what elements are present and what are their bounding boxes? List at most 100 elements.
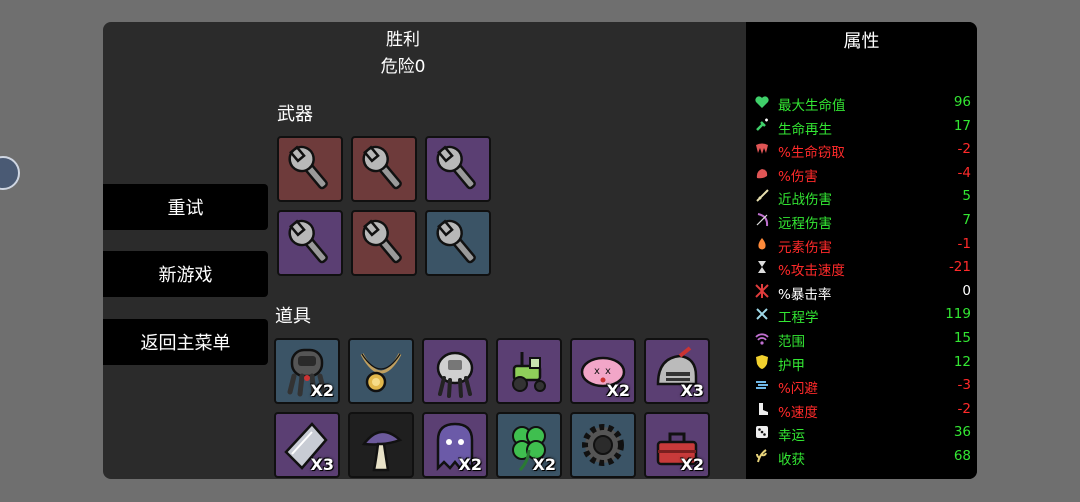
new-game-button[interactable]: 新游戏	[103, 251, 268, 297]
hourglass-icon	[758, 261, 766, 274]
item-slot[interactable]: X2	[422, 412, 488, 478]
item-slot[interactable]: X2	[644, 412, 710, 478]
item-slot[interactable]: X2	[496, 412, 562, 478]
stat-name: %攻击速度	[778, 263, 845, 280]
stat-name: 远程伤害	[778, 216, 832, 232]
stat-row[interactable]: %速度 -2	[754, 398, 971, 421]
heart-icon	[755, 96, 769, 108]
stat-value: -1	[957, 235, 971, 252]
stat-row[interactable]: %伤害 -4	[754, 162, 971, 185]
sword-icon	[756, 189, 769, 203]
range-icon	[755, 333, 769, 345]
stat-row[interactable]: 近战伤害 5	[754, 185, 971, 208]
stat-value: 119	[945, 306, 971, 323]
stat-value: 15	[953, 330, 971, 346]
stat-row[interactable]: %暴击率 0	[754, 280, 971, 303]
wrench-icon	[362, 219, 402, 264]
stat-row[interactable]: 最大生命值 96	[754, 91, 971, 114]
stat-name: 生命再生	[778, 121, 832, 138]
fang-icon	[756, 143, 768, 155]
boot-icon	[759, 402, 768, 415]
weapon-slot[interactable]	[277, 210, 343, 276]
stat-row[interactable]: 范围 15	[754, 327, 971, 350]
item-slot[interactable]	[348, 412, 414, 478]
wrench-icon	[436, 145, 476, 190]
item-quantity: X2	[606, 381, 630, 400]
retry-button[interactable]: 重试	[103, 184, 268, 230]
flame-icon	[758, 237, 766, 250]
dodge-icon	[756, 381, 768, 390]
weapon-slot[interactable]	[351, 136, 417, 202]
stat-row[interactable]: 收获 68	[754, 445, 971, 468]
stat-value: -21	[948, 259, 971, 276]
wrench-icon	[288, 145, 328, 190]
harvest-icon	[756, 449, 767, 463]
weapon-slot[interactable]	[277, 136, 343, 202]
stat-name: %生命窃取	[778, 145, 845, 162]
item-quantity: X3	[310, 455, 334, 474]
weapon-slot[interactable]	[425, 136, 491, 202]
stat-row[interactable]: 元素伤害 -1	[754, 233, 971, 256]
stats-title: 属性	[843, 31, 880, 52]
weapons-label: 武器	[277, 104, 313, 125]
bow-icon	[756, 213, 769, 227]
muscle-icon	[756, 168, 768, 179]
stat-name: %速度	[778, 404, 818, 421]
gear-icon	[582, 424, 624, 466]
stat-name: 幸运	[778, 428, 805, 445]
stat-row[interactable]: %攻击速度 -21	[754, 256, 971, 280]
wrench-icon	[362, 145, 402, 190]
stat-name: 元素伤害	[778, 239, 832, 256]
stat-name: 护甲	[778, 357, 805, 374]
stat-name: %伤害	[778, 168, 818, 185]
robot-claw-icon	[436, 351, 474, 398]
stat-value: -4	[957, 164, 971, 181]
item-quantity: X2	[532, 455, 556, 474]
amulet-icon	[360, 353, 402, 393]
stat-value: 68	[953, 448, 971, 464]
stat-row[interactable]: 远程伤害 7	[754, 209, 971, 232]
main-menu-button[interactable]: 返回主菜单	[103, 319, 268, 365]
item-quantity: X2	[458, 455, 482, 474]
mushroom-icon	[361, 430, 403, 472]
stat-row[interactable]: 幸运 36	[754, 421, 971, 445]
stats-panel: 属性 最大生命值 96 生命再生 17 %生命窃取 -2 %伤害 -4 近战伤害 5 远程伤害 7 元素…	[746, 22, 977, 479]
weapon-slot[interactable]	[425, 210, 491, 276]
item-slot[interactable]	[496, 338, 562, 404]
stat-value: -3	[957, 377, 971, 394]
weapon-slot[interactable]	[351, 210, 417, 276]
side-drawer-tab[interactable]	[0, 156, 20, 190]
item-slot[interactable]	[348, 338, 414, 404]
item-slot[interactable]: X3	[274, 412, 340, 478]
item-slot[interactable]	[422, 338, 488, 404]
stat-row[interactable]: %闪避 -3	[754, 374, 971, 397]
stat-name: 范围	[778, 334, 805, 350]
stat-value: 96	[953, 94, 971, 110]
item-slot[interactable]: X3	[644, 338, 710, 404]
stat-name: 收获	[778, 452, 805, 468]
item-slot[interactable]: x x X2	[570, 338, 636, 404]
item-quantity: X3	[680, 381, 704, 400]
crit-icon	[755, 283, 769, 298]
item-slot[interactable]: X2	[274, 338, 340, 404]
stat-row[interactable]: %生命窃取 -2	[754, 138, 971, 162]
stat-name: 工程学	[778, 310, 819, 327]
results-panel: 胜利 危险0 重试 新游戏 返回主菜单 武器 道具 X2 x x X2 X3 X3 X2 X2…	[103, 22, 977, 479]
stat-value: 17	[953, 117, 971, 134]
item-slot[interactable]	[570, 412, 636, 478]
wrench-cross-icon	[756, 308, 768, 321]
stat-name: 最大生命值	[778, 98, 846, 114]
items-label: 道具	[275, 306, 311, 327]
item-quantity: X2	[310, 381, 334, 400]
svg-text:x: x	[594, 366, 600, 377]
stat-value: -2	[957, 400, 971, 417]
svg-text:x: x	[605, 366, 611, 377]
item-quantity: X2	[680, 455, 704, 474]
wrench-icon	[436, 219, 476, 264]
wrench-icon	[288, 219, 328, 264]
stat-row[interactable]: 生命再生 17	[754, 115, 971, 138]
tractor-icon	[512, 352, 546, 392]
stat-row[interactable]: 护甲 12	[754, 351, 971, 374]
stat-value: 5	[962, 188, 971, 205]
stat-row[interactable]: 工程学 119	[754, 303, 971, 327]
